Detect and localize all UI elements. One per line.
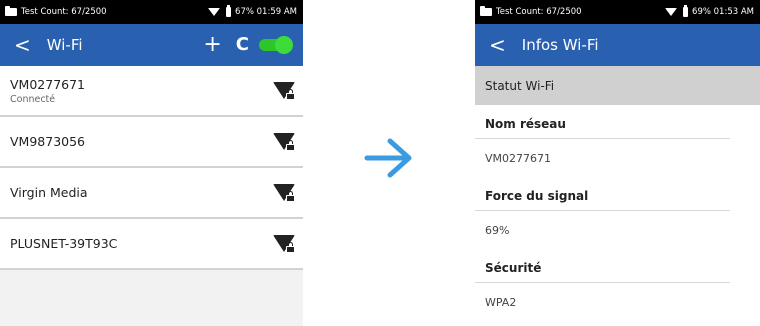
section-header: Statut Wi-Fi xyxy=(475,66,760,105)
wifi-list-screen: Test Count: 67/2500 67% 01:59 AM < Wi-Fi… xyxy=(0,0,303,326)
refresh-icon[interactable]: C xyxy=(236,36,249,54)
battery-time: 69% 01:53 AM xyxy=(692,7,754,17)
back-icon[interactable]: < xyxy=(14,35,31,55)
battery-time: 67% 01:59 AM xyxy=(235,7,297,17)
wifi-status-icon xyxy=(665,8,678,16)
folder-icon xyxy=(5,6,17,16)
app-bar: < Wi-Fi + C xyxy=(0,24,303,66)
folder-icon xyxy=(480,6,492,16)
app-bar: < Infos Wi-Fi xyxy=(475,24,760,66)
right-arrow-icon xyxy=(364,138,412,178)
network-item[interactable]: Virgin Media xyxy=(0,168,303,219)
field-label-signal-strength: Force du signal xyxy=(475,177,730,211)
field-label-network-name: Nom réseau xyxy=(475,105,730,139)
wifi-info-screen: Test Count: 67/2500 69% 01:53 AM < Infos… xyxy=(475,0,760,326)
network-status: Connecté xyxy=(10,93,56,105)
network-list: VM0277671 Connecté VM9873056 Virgin Medi… xyxy=(0,66,303,270)
field-value-security: WPA2 xyxy=(485,296,517,309)
field-label-security: Sécurité xyxy=(475,249,730,283)
wifi-lock-icon xyxy=(273,81,295,100)
wifi-toggle-switch[interactable] xyxy=(259,36,293,54)
wifi-lock-icon xyxy=(273,183,295,202)
plus-icon[interactable]: + xyxy=(203,34,221,56)
network-name: Virgin Media xyxy=(10,185,88,200)
network-item[interactable]: PLUSNET-39T93C xyxy=(0,219,303,270)
wifi-lock-icon xyxy=(273,234,295,253)
wifi-status-icon xyxy=(208,8,221,16)
status-bar: Test Count: 67/2500 67% 01:59 AM xyxy=(0,0,303,24)
battery-icon xyxy=(226,5,232,17)
field-value-network-name: VM0277671 xyxy=(485,152,552,165)
field-value-signal-strength: 69% xyxy=(485,224,510,237)
network-item[interactable]: VM0277671 Connecté xyxy=(0,66,303,117)
test-count: Test Count: 67/2500 xyxy=(496,7,582,17)
page-title: Wi-Fi xyxy=(46,36,83,54)
status-bar: Test Count: 67/2500 69% 01:53 AM xyxy=(475,0,760,24)
battery-icon xyxy=(683,5,689,17)
back-icon[interactable]: < xyxy=(489,35,506,55)
network-name: PLUSNET-39T93C xyxy=(10,236,118,251)
test-count: Test Count: 67/2500 xyxy=(21,7,107,17)
network-name: VM9873056 xyxy=(10,134,86,149)
wifi-info-panel: Statut Wi-Fi Nom réseau VM0277671 Force … xyxy=(475,66,760,326)
network-item[interactable]: VM9873056 xyxy=(0,117,303,168)
wifi-lock-icon xyxy=(273,132,295,151)
network-name: VM0277671 xyxy=(10,76,86,92)
page-title: Infos Wi-Fi xyxy=(521,36,599,54)
